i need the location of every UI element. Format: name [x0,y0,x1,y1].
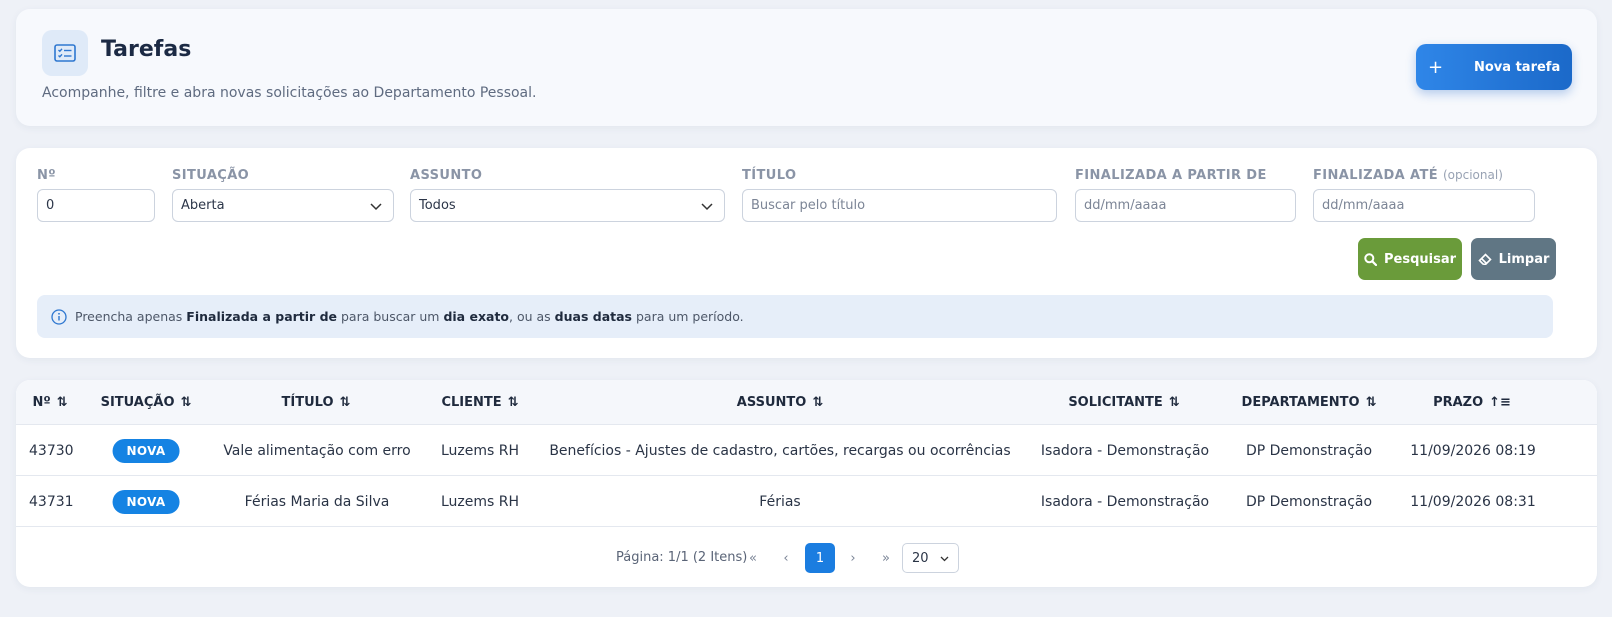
page-size-value: 20 [912,550,929,566]
col-header-departamento[interactable]: DEPARTAMENTO ⇅ [1242,380,1377,425]
col-header-titulo-label: TÍTULO [281,395,334,410]
filter-finalizada-ate-input[interactable]: dd/mm/aaaa [1313,189,1535,222]
info-text: Preencha apenas Finalizada a partir de p… [75,309,744,324]
col-header-assunto-label: ASSUNTO [736,395,807,410]
filter-finalizada-ate-label: FINALIZADA ATÉ (opcional) [1313,168,1503,183]
chevron-down-icon [940,556,949,562]
eraser-icon [1477,253,1492,265]
status-badge: NOVA [112,489,180,514]
cell-situacao: NOVA [112,425,180,476]
sort-icon: ⇅ [812,395,824,410]
info-text-4: para um período. [635,309,744,324]
info-text-1: Preencha apenas [75,309,183,324]
search-icon [1364,252,1377,266]
first-page-button[interactable]: « [738,543,768,573]
page-1-button[interactable]: 1 [805,543,835,573]
sort-asc-icon: ↑≡ [1489,395,1511,410]
search-button[interactable]: Pesquisar [1358,238,1462,280]
table-row[interactable]: 43730 NOVA Vale alimentação com erro Luz… [16,425,1597,476]
pagination: Página: 1/1 (2 Itens) « ‹ 1 › » 20 [16,543,1597,573]
col-header-situacao-label: SITUAÇÃO [100,395,175,410]
next-page-button[interactable]: › [838,543,868,573]
info-bold-1: Finalizada a partir de [186,309,337,324]
cell-prazo: 11/09/2026 08:31 [1410,493,1536,510]
col-header-assunto[interactable]: ASSUNTO ⇅ [737,380,823,425]
filter-titulo-input[interactable]: Buscar pelo título [742,189,1057,222]
page-size-select[interactable]: 20 [902,543,959,573]
sort-icon: ⇅ [1365,395,1377,410]
page-header: Tarefas Acompanhe, filtre e abra novas s… [16,9,1597,126]
new-task-label: Nova tarefa [1474,59,1561,75]
prev-page-button[interactable]: ‹ [771,543,801,573]
col-header-cliente[interactable]: CLIENTE ⇅ [441,380,518,425]
filter-situacao-select[interactable]: Aberta [172,189,394,222]
table-row[interactable]: 43731 NOVA Férias Maria da Silva Luzems … [16,476,1597,527]
cell-solicitante: Isadora - Demonstração [1040,493,1210,510]
table-header: Nº ⇅ SITUAÇÃO ⇅ TÍTULO ⇅ CLIENTE ⇅ ASSUNTO ⇅ … [16,380,1597,425]
info-banner: Preencha apenas Finalizada a partir de p… [37,295,1553,338]
sort-icon: ⇅ [180,395,192,410]
col-header-solicitante-label: SOLICITANTE [1068,395,1163,410]
page-subtitle: Acompanhe, filtre e abra novas solicitaç… [42,85,537,101]
clear-button[interactable]: Limpar [1471,238,1556,280]
filter-assunto-label: ASSUNTO [410,168,483,183]
optional-hint: (opcional) [1442,168,1503,182]
filter-finalizada-ate-text: FINALIZADA ATÉ [1313,168,1439,183]
col-header-titulo[interactable]: TÍTULO ⇅ [282,380,351,425]
cell-num: 43730 [29,442,74,459]
col-header-num[interactable]: Nº ⇅ [32,380,67,425]
filter-situacao-label: SITUAÇÃO [172,168,250,183]
info-bold-3: duas datas [554,309,632,324]
last-page-button[interactable]: » [871,543,901,573]
info-icon [51,308,67,325]
cell-assunto: Férias [759,493,801,510]
col-header-solicitante[interactable]: SOLICITANTE ⇅ [1068,380,1179,425]
plus-icon: + [1428,56,1444,78]
status-badge: NOVA [112,438,180,463]
info-text-3: , ou as [509,309,551,324]
new-task-button[interactable]: + Nova tarefa [1416,44,1572,90]
cell-prazo: 11/09/2026 08:19 [1410,442,1536,459]
tasks-table: Nº ⇅ SITUAÇÃO ⇅ TÍTULO ⇅ CLIENTE ⇅ ASSUNTO ⇅ … [16,380,1597,587]
task-list-icon [42,30,88,76]
col-header-num-label: Nº [32,395,51,410]
cell-cliente: Luzems RH [440,442,520,459]
filter-finalizada-de-label: FINALIZADA A PARTIR DE [1075,168,1267,183]
sort-icon: ⇅ [1168,395,1180,410]
cell-departamento: DP Demonstração [1245,442,1373,459]
filter-situacao-value: Aberta [181,198,225,213]
cell-solicitante: Isadora - Demonstração [1040,442,1210,459]
col-header-departamento-label: DEPARTAMENTO [1241,395,1360,410]
col-header-cliente-label: CLIENTE [441,395,502,410]
chevron-down-icon [370,203,382,211]
cell-assunto: Benefícios - Ajustes de cadastro, cartõe… [549,442,1011,459]
sort-icon: ⇅ [507,395,519,410]
filters-panel: Nº 0 SITUAÇÃO Aberta ASSUNTO Todos TÍTUL… [16,148,1597,358]
col-header-prazo-label: PRAZO [1433,395,1484,410]
filter-assunto-value: Todos [419,198,456,213]
sort-icon: ⇅ [339,395,351,410]
cell-situacao: NOVA [112,476,180,527]
filter-number-input[interactable]: 0 [37,189,155,222]
filter-assunto-select[interactable]: Todos [410,189,725,222]
cell-departamento: DP Demonstração [1245,493,1373,510]
page-title: Tarefas [101,37,192,62]
cell-cliente: Luzems RH [440,493,520,510]
pagination-info: Página: 1/1 (2 Itens) [616,550,748,565]
filter-titulo-label: TÍTULO [742,168,797,183]
cell-num: 43731 [29,493,74,510]
cell-titulo: Férias Maria da Silva [244,493,390,510]
info-bold-2: dia exato [443,309,510,324]
clear-button-label: Limpar [1498,251,1550,267]
search-button-label: Pesquisar [1383,251,1457,267]
filter-finalizada-de-input[interactable]: dd/mm/aaaa [1075,189,1296,222]
cell-titulo: Vale alimentação com erro [223,442,411,459]
filter-number-label: Nº [37,168,57,183]
col-header-situacao[interactable]: SITUAÇÃO ⇅ [101,380,192,425]
chevron-down-icon [701,203,713,211]
col-header-prazo[interactable]: PRAZO ↑≡ [1433,380,1511,425]
info-text-2: para buscar um [340,309,440,324]
sort-icon: ⇅ [56,395,68,410]
